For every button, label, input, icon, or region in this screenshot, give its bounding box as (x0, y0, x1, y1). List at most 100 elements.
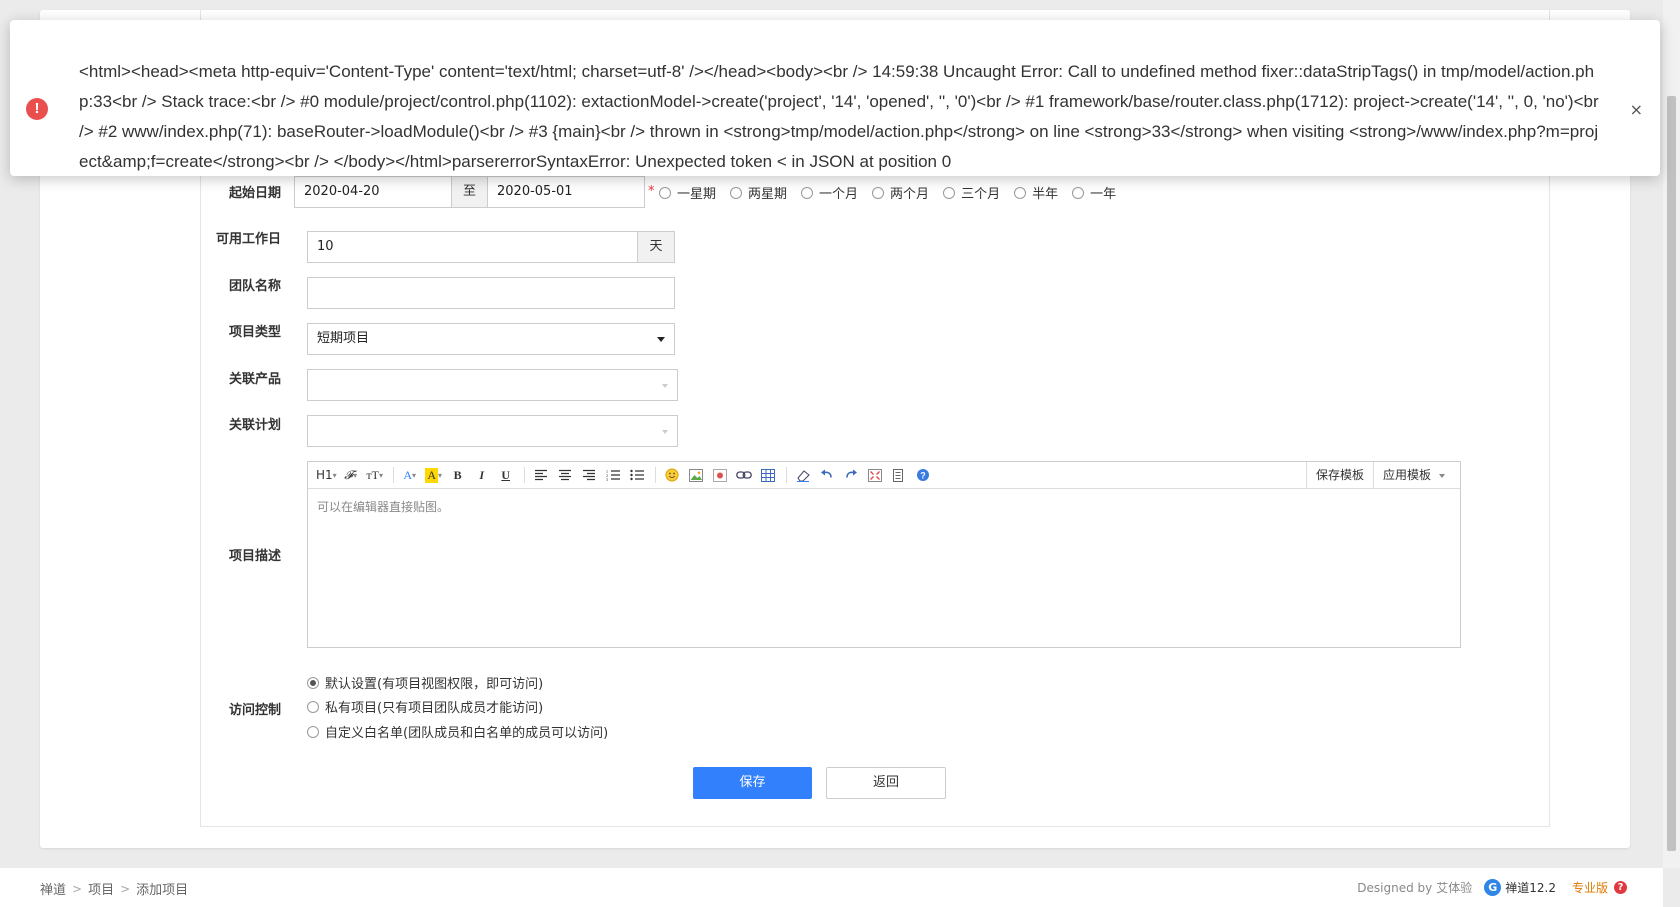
breadcrumb-current: 添加项目 (136, 883, 189, 898)
radio-icon (307, 725, 319, 738)
acl-option-private[interactable]: 私有项目(只有项目团队成员才能访问) (307, 697, 543, 716)
emoticon-icon[interactable] (662, 465, 682, 485)
quick-option-3months[interactable]: 三个月 (943, 183, 1000, 202)
desc-label: 项目描述 (228, 549, 281, 564)
editor-toolbar: H1 ▾ 𝓕 ▾ тT ▾ A ▾ A ▾ B I U 123 ? 保存模板 应… (308, 462, 1460, 489)
project-type-select[interactable]: 短期项目 (307, 323, 675, 355)
highlight-color-button[interactable]: A ▾ (424, 465, 444, 485)
toolbar-divider (392, 467, 394, 483)
team-label: 团队名称 (228, 279, 281, 294)
plans-select[interactable] (307, 415, 678, 447)
error-message: <html><head><meta http-equiv='Content-Ty… (79, 62, 1599, 171)
products-select[interactable] (307, 369, 678, 401)
breadcrumb-separator: > (72, 881, 83, 896)
font-size-button[interactable]: тT ▾ (365, 465, 385, 485)
image-icon[interactable] (686, 465, 706, 485)
fullscreen-icon[interactable] (865, 465, 885, 485)
quick-option-2weeks[interactable]: 两星期 (730, 183, 787, 202)
back-button[interactable]: 返回 (826, 767, 946, 799)
error-icon: ! (26, 98, 48, 120)
chevron-down-icon (662, 430, 668, 434)
products-label: 关联产品 (228, 372, 281, 387)
editor-placeholder: 可以在编辑器直接贴图。 (317, 500, 450, 514)
quick-option-1month[interactable]: 一个月 (801, 183, 858, 202)
radio-icon (1014, 186, 1027, 199)
source-code-icon[interactable] (889, 465, 909, 485)
font-family-button[interactable]: 𝓕 ▾ (341, 465, 361, 485)
radio-icon (730, 186, 743, 199)
date-quick-options: 一星期 两星期 一个月 两个月 三个月 半年 一年 (659, 183, 1130, 202)
eraser-icon[interactable] (793, 465, 813, 485)
required-mark: * (648, 184, 655, 199)
quick-option-halfyear[interactable]: 半年 (1014, 183, 1058, 202)
chevron-down-icon (657, 337, 665, 342)
days-input[interactable]: 10 (307, 231, 638, 263)
footer-info: Designed by 艾体验 G 禅道12.2 专业版 ? (1357, 879, 1627, 896)
radio-icon (1072, 186, 1085, 199)
svg-text:?: ? (920, 471, 926, 481)
align-right-icon[interactable] (579, 465, 599, 485)
end-date-input[interactable]: 2020-05-01 (487, 176, 645, 208)
align-center-icon[interactable] (555, 465, 575, 485)
acl-option-default[interactable]: 默认设置(有项目视图权限，即可访问) (307, 673, 543, 692)
quick-option-2months[interactable]: 两个月 (872, 183, 929, 202)
acl-label: 访问控制 (228, 703, 281, 718)
begin-date-input[interactable]: 2020-04-20 (294, 176, 452, 208)
help-icon[interactable]: ? (913, 465, 933, 485)
quick-option-1year[interactable]: 一年 (1072, 183, 1116, 202)
bold-button[interactable]: B (448, 465, 468, 485)
error-alert: ! <html><head><meta http-equiv='Content-… (10, 20, 1660, 176)
breadcrumb-home[interactable]: 禅道 (40, 879, 66, 898)
radio-icon (801, 186, 814, 199)
font-color-button[interactable]: A ▾ (400, 465, 420, 485)
project-type-value: 短期项目 (317, 331, 370, 346)
version-link[interactable]: 禅道12.2 (1505, 879, 1556, 896)
toolbar-divider (523, 467, 525, 483)
undo-icon[interactable] (817, 465, 837, 485)
edition-link[interactable]: 专业版 (1572, 879, 1608, 896)
svg-text:3: 3 (606, 477, 608, 481)
date-label: 起始日期 (228, 186, 281, 201)
radio-icon (307, 700, 319, 713)
days-label: 可用工作日 (215, 232, 281, 247)
days-unit-addon: 天 (637, 231, 675, 263)
help-icon[interactable]: ? (1614, 881, 1627, 894)
italic-button[interactable]: I (472, 465, 492, 485)
breadcrumb: 禅道 > 项目 > 添加项目 (40, 879, 189, 899)
toolbar-divider (654, 467, 656, 483)
chevron-down-icon (1438, 473, 1445, 478)
scrollbar-thumb[interactable] (1667, 96, 1676, 851)
plans-label: 关联计划 (228, 418, 281, 433)
radio-icon (659, 186, 671, 199)
scrollbar[interactable] (1663, 0, 1680, 868)
link-icon[interactable] (734, 465, 754, 485)
apply-template-button[interactable]: 应用模板 (1373, 462, 1460, 488)
team-name-input[interactable] (307, 277, 675, 309)
chevron-down-icon (662, 384, 668, 388)
rich-text-editor[interactable]: H1 ▾ 𝓕 ▾ тT ▾ A ▾ A ▾ B I U 123 ? 保存模板 应… (307, 461, 1461, 648)
quick-option-1week[interactable]: 一星期 (659, 183, 716, 202)
date-to-addon: 至 (451, 176, 488, 208)
bullet-list-icon[interactable] (627, 465, 647, 485)
redo-icon[interactable] (841, 465, 861, 485)
close-icon[interactable]: × (1630, 102, 1643, 118)
designed-by-text: Designed by (1357, 880, 1433, 895)
toolbar-divider (785, 467, 787, 483)
designer-link[interactable]: 艾体验 (1436, 879, 1472, 896)
radio-icon (872, 186, 885, 199)
acl-option-custom[interactable]: 自定义白名单(团队成员和白名单的成员可以访问) (307, 722, 608, 741)
save-template-button[interactable]: 保存模板 (1305, 462, 1373, 488)
radio-checked-icon (307, 676, 319, 689)
align-left-icon[interactable] (531, 465, 551, 485)
flash-icon[interactable] (710, 465, 730, 485)
table-icon[interactable] (758, 465, 778, 485)
save-button[interactable]: 保存 (693, 767, 812, 799)
footer-bar: 禅道 > 项目 > 添加项目 Designed by 艾体验 G 禅道12.2 … (0, 868, 1663, 907)
heading-button[interactable]: H1 ▾ (316, 465, 337, 485)
breadcrumb-project[interactable]: 项目 (88, 879, 114, 898)
underline-button[interactable]: U (496, 465, 516, 485)
breadcrumb-separator: > (120, 881, 131, 896)
type-label: 项目类型 (228, 325, 281, 340)
ordered-list-icon[interactable]: 123 (603, 465, 623, 485)
radio-icon (943, 186, 956, 199)
